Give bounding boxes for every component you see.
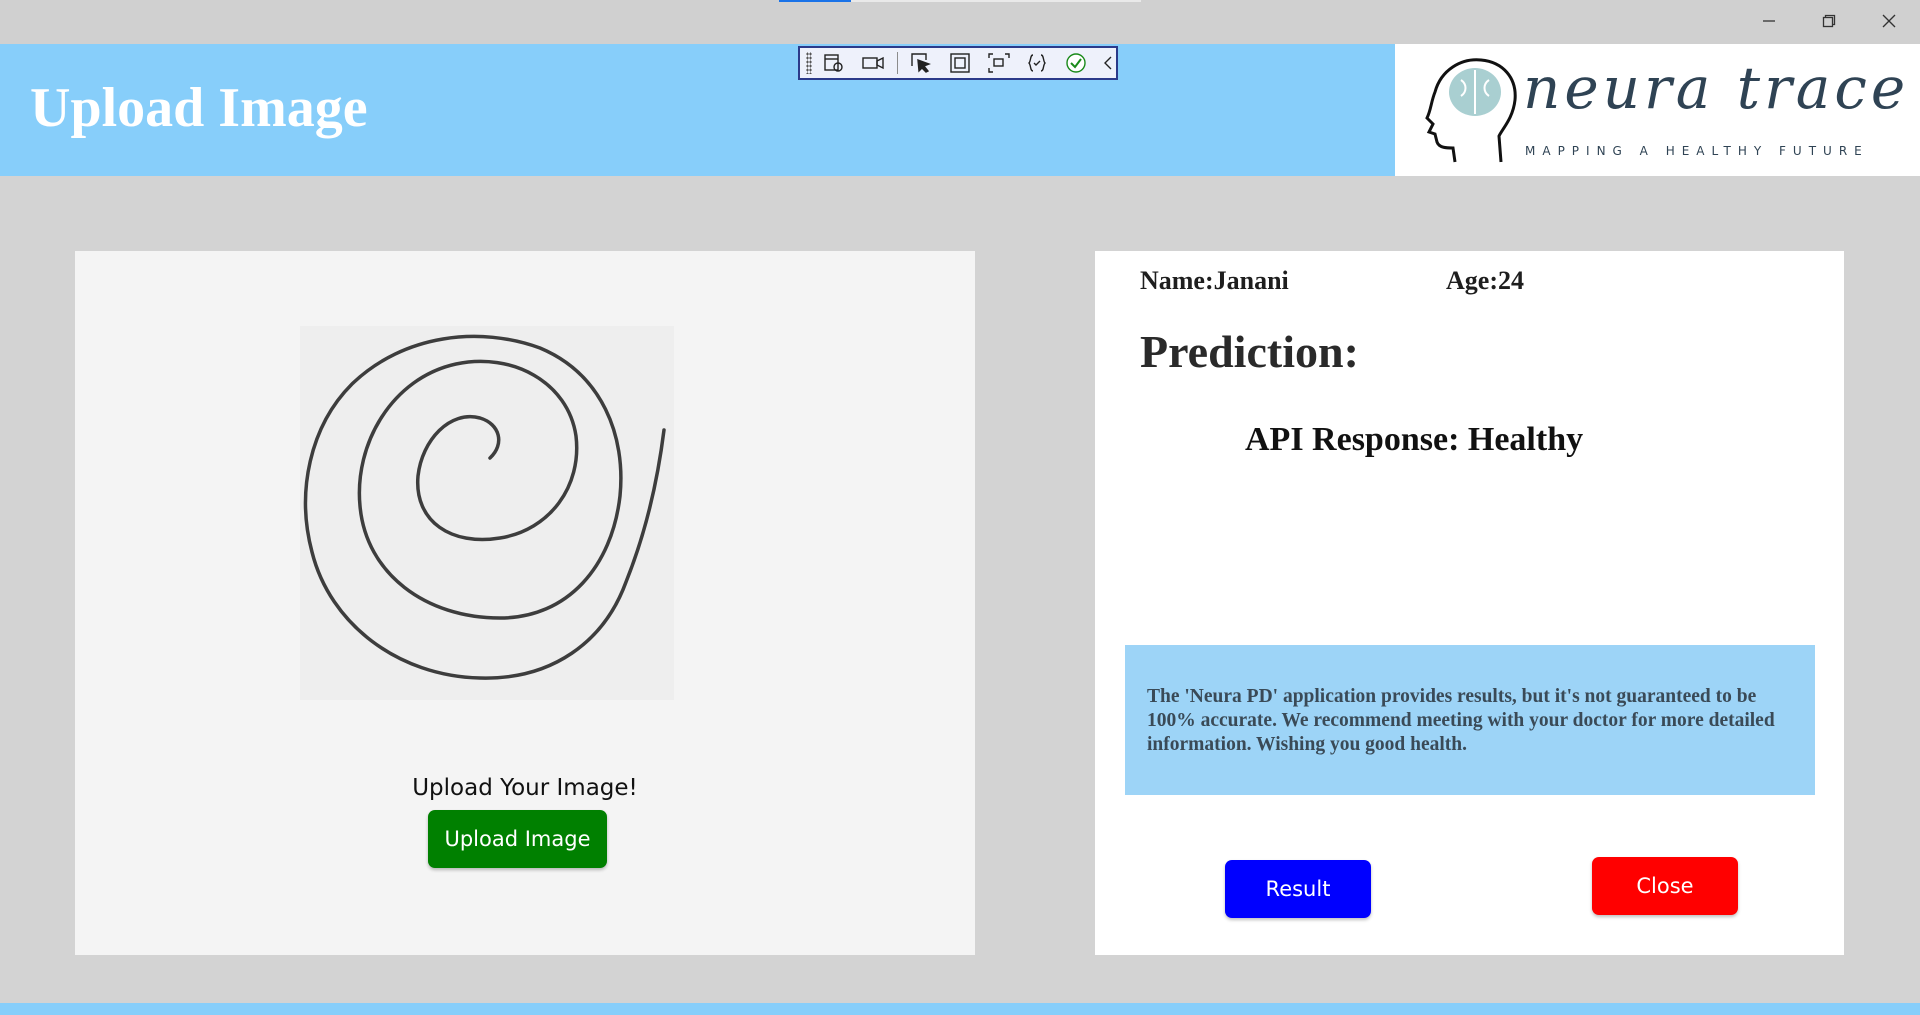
window-title-bar — [0, 0, 1920, 44]
display-layout-adorners-icon — [949, 53, 970, 73]
toolbar-separator — [897, 52, 899, 74]
uploaded-spiral-image — [300, 326, 674, 700]
close-button[interactable]: Close — [1592, 857, 1738, 915]
result-button[interactable]: Result — [1225, 860, 1371, 918]
select-element-icon — [911, 53, 931, 73]
record-icon — [862, 56, 884, 70]
binding-failures-button[interactable] — [1023, 50, 1052, 76]
collapse-toolbar-button[interactable] — [1101, 50, 1116, 76]
upload-panel: Upload Your Image! Upload Image — [75, 251, 975, 955]
track-focus-icon — [987, 53, 1010, 73]
live-visual-tree-button[interactable] — [820, 50, 849, 76]
close-icon — [1882, 14, 1896, 28]
page-title: Upload Image — [30, 77, 368, 139]
result-panel: Name:Janani Age:24 Prediction: API Respo… — [1095, 251, 1844, 955]
footer-bar — [0, 1003, 1920, 1015]
record-button[interactable] — [859, 50, 888, 76]
prediction-heading: Prediction: — [1140, 326, 1359, 377]
binding-failures-icon — [1028, 54, 1047, 72]
window-close-button[interactable] — [1866, 6, 1912, 36]
api-response: API Response: Healthy — [1245, 421, 1584, 458]
disclaimer-box: The 'Neura PD' application provides resu… — [1125, 645, 1815, 795]
app-logo: neura trace pd MAPPING A HEALTHY FUTURE — [1395, 44, 1920, 176]
toolbar-grip[interactable] — [806, 52, 812, 74]
hot-reload-status-button[interactable] — [1062, 50, 1091, 76]
logo-wordmark: neura trace pd — [1523, 54, 1920, 122]
tab-active-indicator — [779, 0, 851, 2]
patient-name: Name:Janani — [1140, 266, 1289, 295]
upload-caption: Upload Your Image! — [412, 775, 638, 801]
restore-button[interactable] — [1806, 6, 1852, 36]
upload-image-button[interactable]: Upload Image — [428, 810, 607, 868]
patient-age: Age:24 — [1446, 266, 1524, 295]
xaml-debug-toolbar — [798, 46, 1118, 80]
live-visual-tree-icon — [824, 54, 843, 72]
logo-tagline: MAPPING A HEALTHY FUTURE — [1525, 144, 1869, 158]
head-brain-icon — [1425, 58, 1517, 163]
minimize-icon — [1763, 20, 1775, 22]
restore-icon — [1822, 14, 1836, 28]
display-layout-adorners-button[interactable] — [945, 50, 974, 76]
hot-reload-ok-icon — [1066, 53, 1086, 73]
collapse-chevron-icon — [1104, 56, 1112, 70]
minimize-button[interactable] — [1746, 6, 1792, 36]
select-element-button[interactable] — [906, 50, 935, 76]
track-focus-button[interactable] — [984, 50, 1013, 76]
